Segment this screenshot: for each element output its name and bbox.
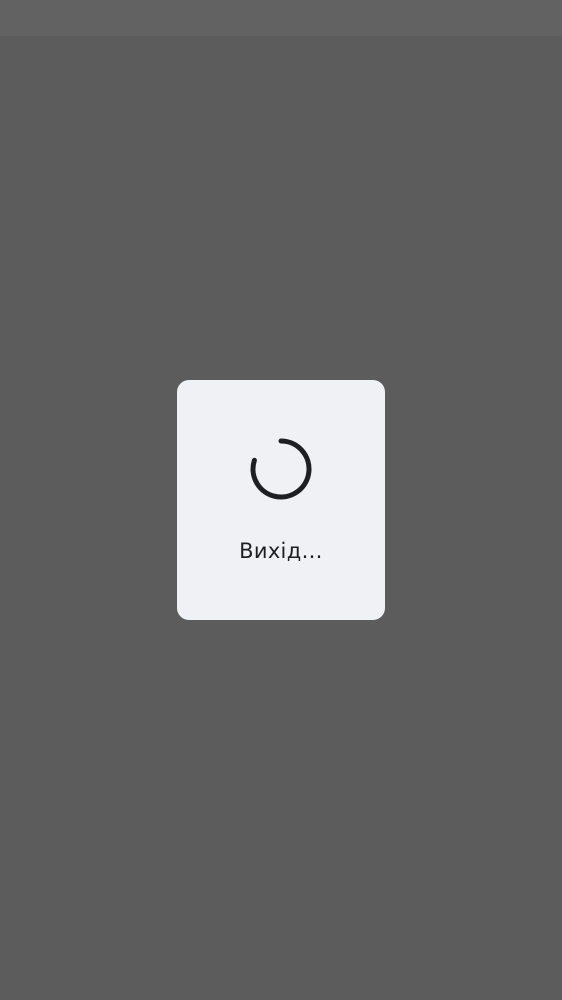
- loading-spinner-icon: [250, 438, 312, 500]
- progress-dialog: Вихід…: [177, 380, 385, 620]
- progress-message: Вихід…: [239, 539, 323, 563]
- status-bar: [0, 0, 562, 36]
- screen: Вихід…: [0, 0, 562, 1000]
